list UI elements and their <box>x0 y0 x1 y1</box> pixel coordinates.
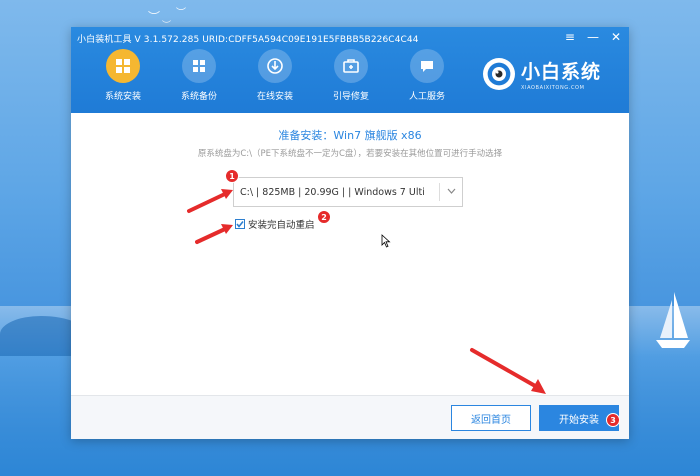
mouse-cursor-icon <box>381 234 391 248</box>
window-header: 小白装机工具 V 3.1.572.285 URID:CDFF5A594C09E1… <box>71 27 629 113</box>
online-install-icon <box>258 49 292 83</box>
main-nav: 系统安装 系统备份 在线安装 引导修复 人工服务 <box>85 49 465 102</box>
main-content: 准备安装：Win7 旗舰版 x86 原系统盘为C:\（PE下系统盘不一定为C盘）… <box>71 113 629 395</box>
nav-item-system-install[interactable]: 系统安装 <box>85 49 161 102</box>
window-footer: 返回首页 开始安装 3 <box>71 395 629 439</box>
prepare-title: 准备安装：Win7 旗舰版 x86 <box>278 129 422 142</box>
back-home-button[interactable]: 返回首页 <box>451 405 531 431</box>
human-service-icon <box>410 49 444 83</box>
nav-label: 在线安装 <box>256 92 293 102</box>
prepare-hint: 原系统盘为C:\（PE下系统盘不一定为C盘），若要安装在其他位置可进行手动选择 <box>197 149 503 159</box>
annotation-arrow-2 <box>195 224 233 244</box>
boot-repair-icon <box>334 49 368 83</box>
system-install-icon <box>106 49 140 83</box>
annotation-badge-1: 1 <box>225 169 239 183</box>
nav-label: 系统备份 <box>180 92 217 102</box>
annotation-badge-3: 3 <box>606 413 620 427</box>
auto-restart-option[interactable]: 安装完自动重启 <box>235 217 315 231</box>
auto-restart-checkbox[interactable] <box>235 219 245 229</box>
annotation-arrow-1 <box>187 189 233 213</box>
annotation-badge-2: 2 <box>317 210 331 224</box>
brand-subtitle: XIAOBAIXITONG.COM <box>520 85 585 91</box>
partition-select[interactable]: C:\ | 825MB | 20.99G | | Windows 7 Ulti <box>233 177 463 207</box>
sailboat-icon <box>656 292 690 348</box>
brand-logo-icon <box>482 58 515 90</box>
brand-name: 小白系统 <box>520 61 601 83</box>
nav-item-online-install[interactable]: 在线安装 <box>237 49 313 102</box>
nav-item-human-service[interactable]: 人工服务 <box>389 49 465 102</box>
bird-decoration: ︶ <box>148 10 161 24</box>
nav-label: 引导修复 <box>332 92 369 102</box>
nav-label: 系统安装 <box>104 92 141 102</box>
brand-text: 小白系统 XIAOBAIXITONG.COM <box>521 57 601 91</box>
partition-select-value: C:\ | 825MB | 20.99G | | Windows 7 Ulti <box>240 186 425 198</box>
nav-item-system-backup[interactable]: 系统备份 <box>161 49 237 102</box>
close-icon[interactable]: ✕ <box>611 30 621 44</box>
auto-restart-label: 安装完自动重启 <box>248 220 315 231</box>
bird-decoration: ︶ <box>176 8 186 19</box>
app-window: 小白装机工具 V 3.1.572.285 URID:CDFF5A594C09E1… <box>71 27 629 439</box>
minimize-icon[interactable]: — <box>587 30 599 44</box>
chevron-down-icon[interactable] <box>440 187 462 197</box>
brand: 小白系统 XIAOBAIXITONG.COM <box>482 57 601 91</box>
system-backup-icon <box>182 49 216 83</box>
window-title: 小白装机工具 V 3.1.572.285 URID:CDFF5A594C09E1… <box>77 35 419 45</box>
menu-icon[interactable]: ≡ <box>565 30 575 44</box>
window-controls: ≡ — ✕ <box>565 30 621 44</box>
nav-item-boot-repair[interactable]: 引导修复 <box>313 49 389 102</box>
nav-label: 人工服务 <box>408 92 445 102</box>
annotation-arrow-3 <box>470 348 546 394</box>
